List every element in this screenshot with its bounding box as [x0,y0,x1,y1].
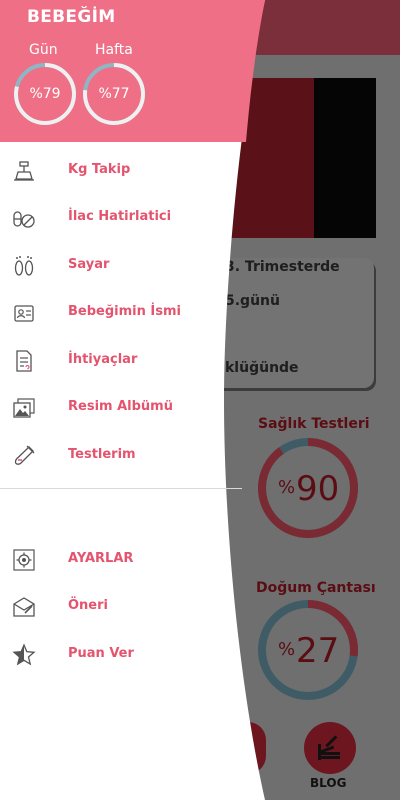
menu-item-sayar[interactable]: Sayar [0,246,240,286]
checklist-icon [16,350,32,372]
drawer-title: BEBEĞİM [27,7,116,27]
navigation-drawer: BEBEĞİM Gün %79 Hafta %77 Kg Takip İlac … [0,0,400,800]
week-stat-value: %77 [98,86,130,102]
menu-label-ilac-hatirlatici: İlac Hatirlatici [68,209,172,224]
menu-label-oneri: Öneri [68,598,108,613]
photo-album-icon [13,398,35,418]
settings-icon [13,549,35,571]
pills-icon [13,211,35,228]
day-stat-value: %79 [29,86,61,102]
footprints-icon [14,256,34,276]
menu-label-sayar: Sayar [68,257,110,272]
menu-item-kg-takip[interactable]: Kg Takip [0,151,240,191]
menu-divider [0,488,242,489]
menu-label-puan-ver: Puan Ver [68,646,134,661]
menu-item-bebegimin-ismi[interactable]: Bebeğimin İsmi [0,293,240,333]
menu-item-resim-albumu[interactable]: Resim Albümü [0,388,240,428]
day-stat-label: Gün [29,42,58,58]
envelope-icon [13,597,35,617]
menu-label-testlerim: Testlerim [68,447,136,462]
week-stat-label: Hafta [95,42,133,58]
menu-label-resim-albumu: Resim Albümü [68,399,173,414]
menu-item-ilac-hatirlatici[interactable]: İlac Hatirlatici [0,198,240,238]
test-tube-icon [14,445,35,465]
menu-item-puan-ver[interactable]: Puan Ver [0,635,240,675]
star-icon [12,643,36,666]
id-card-icon [14,305,34,322]
menu-label-bebegimin-ismi: Bebeğimin İsmi [68,304,181,319]
menu-label-ihtiyaclar: İhtiyaçlar [68,352,138,367]
menu-item-testlerim[interactable]: Testlerim [0,436,240,476]
menu-label-ayarlar: AYARLAR [68,551,134,566]
menu-item-oneri[interactable]: Öneri [0,587,240,627]
scale-icon [14,161,34,181]
menu-item-ihtiyaclar[interactable]: İhtiyaçlar [0,341,240,381]
menu-label-kg-takip: Kg Takip [68,162,131,177]
menu-item-ayarlar[interactable]: AYARLAR [0,540,240,580]
